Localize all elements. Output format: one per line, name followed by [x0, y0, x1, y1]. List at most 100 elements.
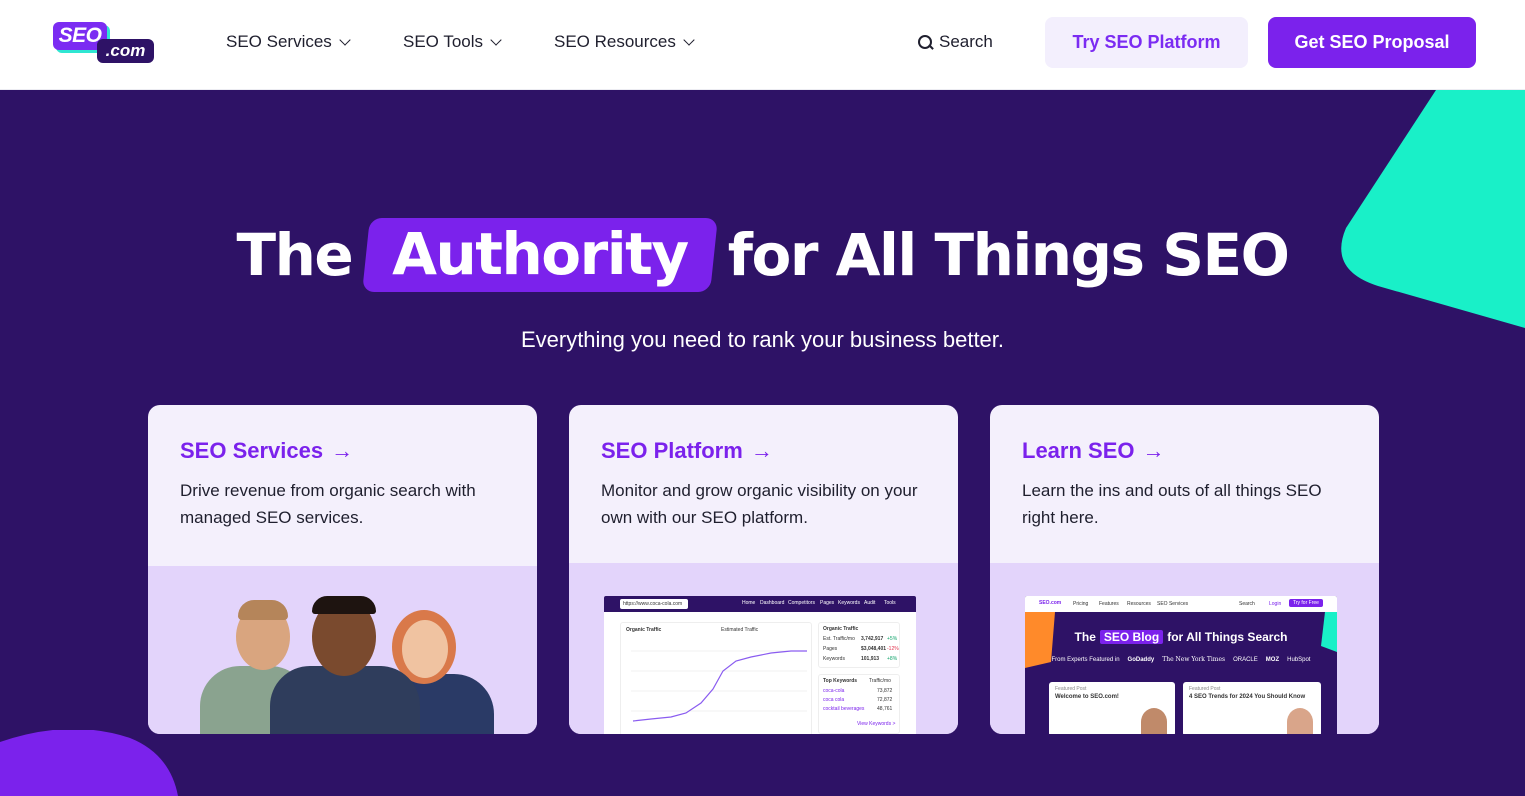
view-keywords-link: View Keywords >: [857, 721, 896, 727]
blog-nav-item: Resources: [1127, 601, 1151, 607]
keyword-value: 73,872: [877, 688, 893, 694]
summary-row-change: +8%: [887, 656, 898, 662]
traffic-chart-panel: Organic Traffic Estimated Traffic: [620, 622, 812, 734]
chevron-down-icon: [490, 33, 502, 46]
site-header: SEO .com SEO Services SEO Tools SEO Reso…: [0, 0, 1525, 90]
search-button[interactable]: Search: [918, 30, 993, 54]
nav-seo-resources-label: SEO Resources: [554, 32, 676, 51]
card-learn-seo-title-text: Learn SEO: [1022, 438, 1135, 463]
brand-logo: MOZ: [1265, 656, 1280, 663]
card-seo-services-title[interactable]: SEO Services →: [180, 438, 353, 464]
blog-header: SEO.com Pricing Features Resources SEO S…: [1025, 596, 1337, 612]
card-seo-services-title-text: SEO Services: [180, 438, 324, 463]
seo-com-logo[interactable]: SEO .com: [53, 22, 155, 64]
dashboard-nav-item: Audit: [864, 600, 876, 606]
dashboard-nav-item: Keywords: [838, 600, 860, 606]
platform-dashboard-screenshot: https://www.coca-cola.com Home Dashboard…: [604, 596, 916, 734]
brand-logo: HubSpot: [1287, 656, 1311, 663]
chevron-down-icon: [683, 33, 695, 46]
top-keywords-title: Top Keywords: [823, 678, 858, 684]
keyword-item: coca-cola: [823, 688, 845, 694]
traffic-chart-title: Organic Traffic: [626, 627, 662, 633]
brand-logo: ORACLE: [1233, 656, 1258, 663]
featured-in-label: From Experts Featured in: [1051, 656, 1120, 663]
blog-logo: SEO.com: [1039, 600, 1062, 606]
blog-post-card: Featured Post Welcome to SEO.com!: [1049, 682, 1175, 734]
card-seo-platform-title[interactable]: SEO Platform →: [601, 438, 773, 464]
card-seo-platform[interactable]: SEO Platform → Monitor and grow organic …: [569, 405, 958, 734]
nav-seo-resources[interactable]: SEO Resources: [554, 30, 695, 54]
card-seo-platform-description: Monitor and grow organic visibility on y…: [601, 481, 918, 527]
hero-title: The Authority for All Things SEO: [0, 215, 1525, 295]
hero-subtitle: Everything you need to rank your busines…: [520, 327, 1005, 352]
nav-seo-tools-label: SEO Tools: [403, 32, 484, 51]
arrow-right-icon: →: [750, 438, 773, 463]
dashboard-nav-item: Competitors: [788, 600, 815, 606]
blog-nav-item: Features: [1099, 601, 1119, 607]
blog-title-highlight: SEO Blog: [1099, 630, 1164, 644]
top-keywords-column: Traffic/mo: [869, 678, 891, 684]
blog-nav-item: Pricing: [1073, 601, 1089, 607]
card-learn-seo-description: Learn the ins and outs of all things SEO…: [1022, 481, 1322, 527]
top-keywords-panel: Top Keywords Traffic/mo coca-cola 73,872…: [818, 674, 900, 734]
dashboard-topbar: https://www.coca-cola.com Home Dashboard…: [604, 596, 916, 612]
card-learn-seo-title[interactable]: Learn SEO →: [1022, 438, 1164, 464]
blog-try-button: Try for Free: [1289, 599, 1323, 607]
blog-post-avatar: [1141, 708, 1167, 734]
brand-logo: The New York Times: [1162, 656, 1226, 663]
traffic-line-chart: [631, 650, 807, 722]
hero-title-highlight-text: Authority: [392, 220, 688, 288]
keyword-value: 72,872: [877, 697, 893, 703]
blog-screenshot: SEO.com Pricing Features Resources SEO S…: [1025, 596, 1337, 734]
blog-post-tag: Featured Post: [1055, 686, 1087, 692]
dashboard-nav-item: Dashboard: [760, 600, 785, 606]
traffic-summary-panel: Organic Traffic Est. Traffic/mo 3,742,91…: [818, 622, 900, 668]
blog-title-after: for All Things Search: [1167, 630, 1288, 644]
card-learn-seo[interactable]: Learn SEO → Learn the ins and outs of al…: [990, 405, 1379, 734]
nav-seo-services[interactable]: SEO Services: [226, 30, 351, 54]
blog-post-tag: Featured Post: [1189, 686, 1221, 692]
hero-title-after: for All Things SEO: [727, 221, 1290, 289]
blog-post-title: Welcome to SEO.com!: [1055, 694, 1119, 700]
blog-preview-area: SEO.com Pricing Features Resources SEO S…: [990, 563, 1379, 734]
dashboard-url: https://www.coca-cola.com: [620, 599, 688, 609]
chevron-down-icon: [339, 33, 351, 46]
arrow-right-icon: →: [331, 438, 354, 463]
blog-post-card: Featured Post 4 SEO Trends for 2024 You …: [1183, 682, 1321, 734]
nav-seo-tools[interactable]: SEO Tools: [403, 30, 502, 54]
blog-hero-title: The SEO Blog for All Things Search: [1025, 630, 1337, 644]
blog-post-avatar: [1287, 708, 1313, 734]
card-seo-services[interactable]: SEO Services → Drive revenue from organi…: [148, 405, 537, 734]
hero-title-highlight: Authority: [362, 218, 718, 292]
summary-row-value: $3,048,401: [861, 646, 887, 652]
keyword-value: 48,761: [877, 706, 893, 712]
search-label: Search: [939, 32, 993, 51]
summary-title: Organic Traffic: [823, 626, 859, 632]
summary-row-label: Keywords: [823, 656, 845, 662]
platform-preview-area: https://www.coca-cola.com Home Dashboard…: [569, 563, 958, 734]
person-left-hair: [238, 600, 288, 620]
dashboard-nav-item: Pages: [820, 600, 835, 606]
get-seo-proposal-button[interactable]: Get SEO Proposal: [1268, 17, 1476, 68]
brand-logo: GoDaddy: [1127, 656, 1155, 663]
traffic-chart-legend: Estimated Traffic: [721, 627, 759, 633]
blog-nav-item: SEO Services: [1157, 601, 1189, 607]
summary-row-value: 3,742,917: [861, 636, 884, 642]
team-photo: [148, 566, 537, 734]
purple-decorative-shape: [0, 730, 178, 796]
summary-row-label: Pages: [823, 646, 838, 652]
person-center-body: [270, 666, 420, 734]
person-center-hair: [312, 596, 376, 614]
dashboard-nav-item: Tools: [884, 600, 896, 606]
card-seo-services-description: Drive revenue from organic search with m…: [180, 481, 476, 527]
summary-row-value: 101,913: [861, 656, 880, 662]
person-right-head: [402, 620, 448, 678]
keyword-item: cocktail beverages: [823, 706, 865, 712]
logo-com-text: .com: [97, 39, 154, 63]
blog-search: Search: [1239, 601, 1255, 607]
try-seo-platform-button[interactable]: Try SEO Platform: [1045, 17, 1248, 68]
summary-row-change: +5%: [887, 636, 898, 642]
blog-login: Login: [1269, 601, 1282, 607]
blog-post-title: 4 SEO Trends for 2024 You Should Know: [1189, 694, 1306, 700]
summary-row-change: -12%: [887, 646, 899, 652]
